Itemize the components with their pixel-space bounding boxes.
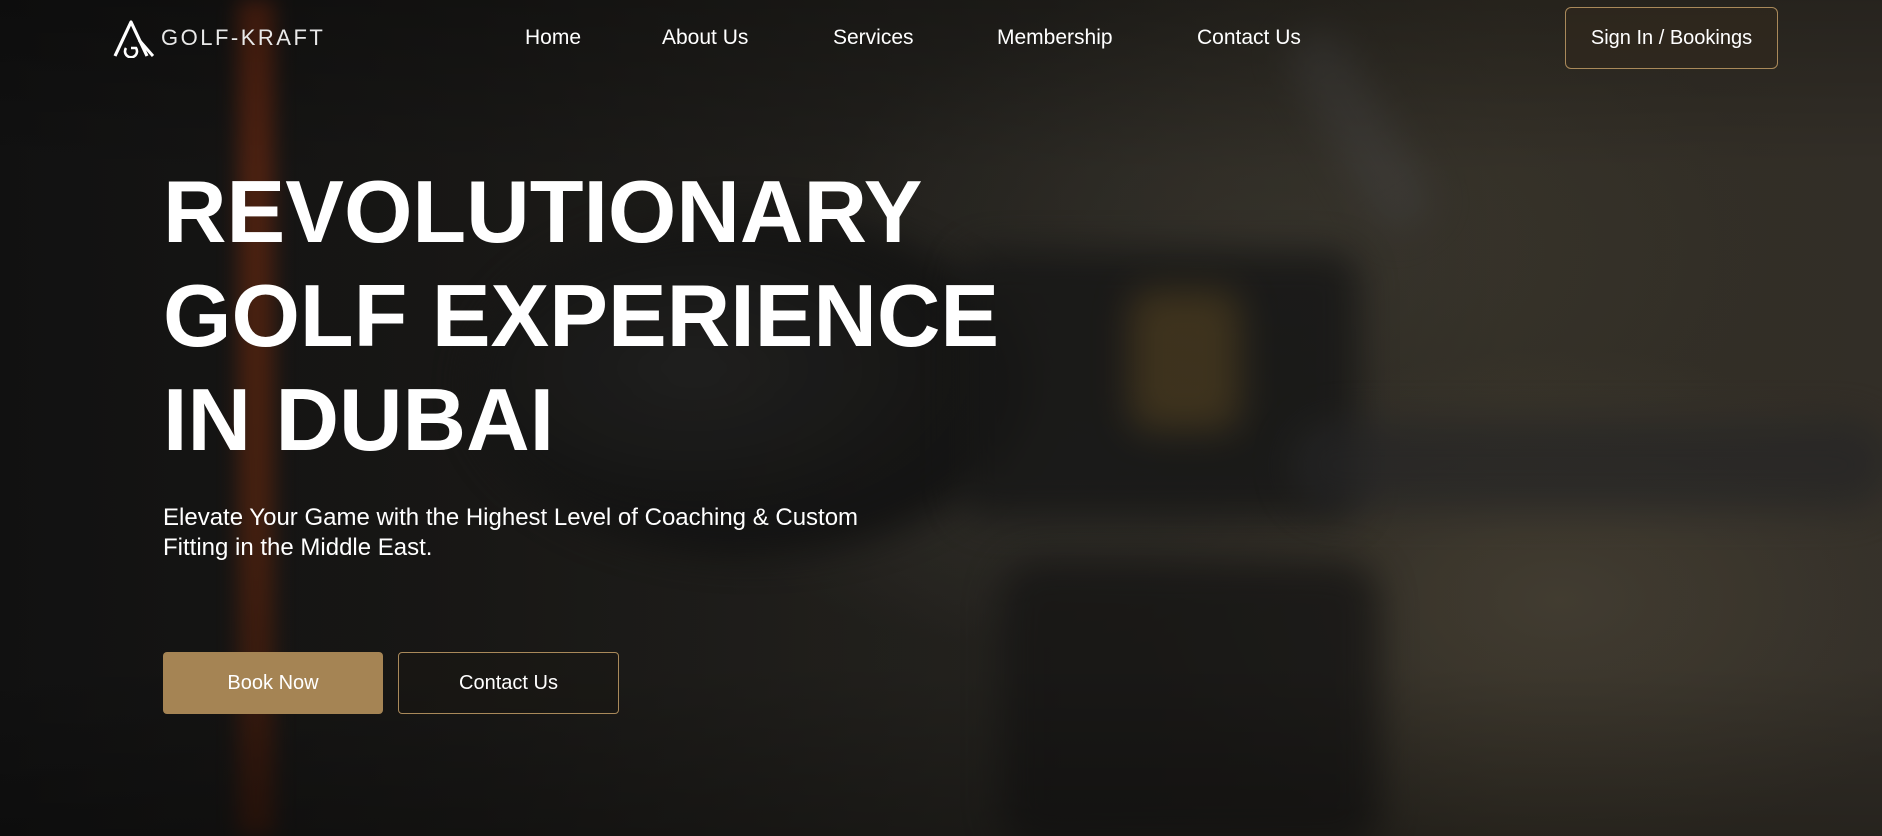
logo-link[interactable]: GOLF-KRAFT <box>113 18 325 58</box>
hero-subtitle-line-2: Fitting in the Middle East. <box>163 534 433 561</box>
nav-services[interactable]: Services <box>833 24 914 52</box>
hero-subtitle: Elevate Your Game with the Highest Level… <box>163 503 923 563</box>
nav-contact-us[interactable]: Contact Us <box>1197 24 1301 52</box>
site-header: GOLF-KRAFT Home About Us Services Member… <box>0 0 1882 76</box>
contact-us-button[interactable]: Contact Us <box>398 652 619 714</box>
hero-title: REVOLUTIONARY GOLF EXPERIENCE IN DUBAI <box>163 160 999 472</box>
nav-home[interactable]: Home <box>525 24 581 52</box>
nav-about-us[interactable]: About Us <box>662 24 748 52</box>
golf-kraft-logo-icon <box>113 20 155 58</box>
hero-title-line-1: REVOLUTIONARY <box>163 162 923 261</box>
hero-title-line-3: IN DUBAI <box>163 370 555 469</box>
logo-text: GOLF-KRAFT <box>161 25 326 50</box>
book-now-button[interactable]: Book Now <box>163 652 383 714</box>
sign-in-bookings-button[interactable]: Sign In / Bookings <box>1565 7 1778 69</box>
nav-membership[interactable]: Membership <box>997 24 1113 52</box>
hero-subtitle-line-1: Elevate Your Game with the Highest Level… <box>163 504 859 531</box>
hero-title-line-2: GOLF EXPERIENCE <box>163 266 1000 365</box>
